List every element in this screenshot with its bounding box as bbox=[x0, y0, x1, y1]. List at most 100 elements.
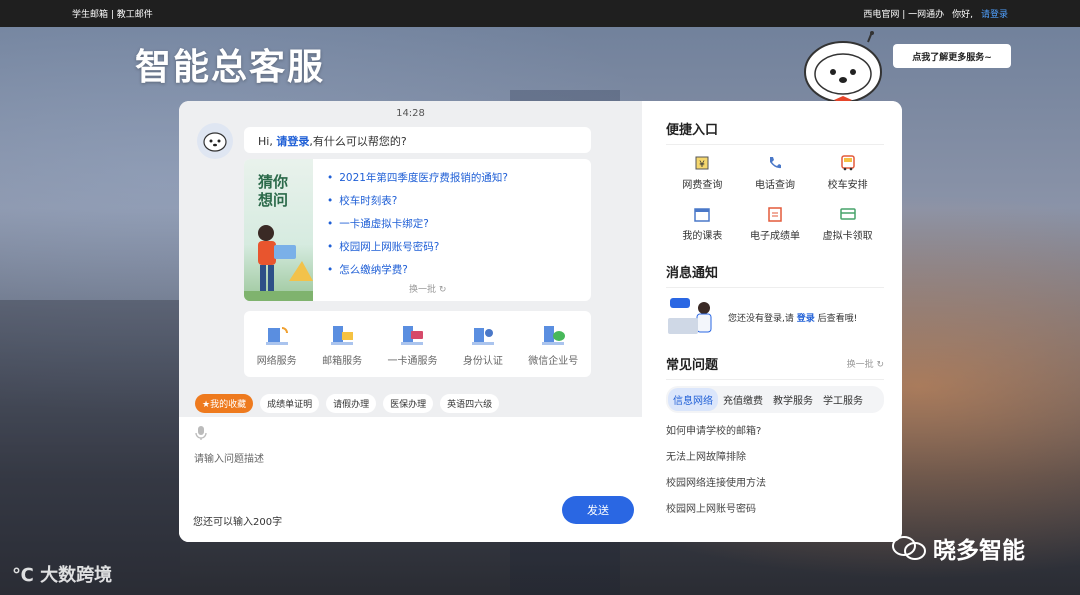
quick-entry-grid: ¥ 网费查询 电话查询 校车安排 我的课表 电子成绩单 虚拟卡领取 bbox=[666, 154, 884, 242]
watermark-right: 晓多智能 bbox=[891, 531, 1025, 565]
service-label: 身份认证 bbox=[462, 355, 503, 367]
notice-message: 您还没有登录,请 登录 后查看哦! bbox=[666, 296, 884, 338]
notice-illustration bbox=[668, 298, 712, 334]
mail-links[interactable]: 学生邮箱 | 教工邮件 bbox=[72, 7, 153, 20]
service-network[interactable]: 网络服务 bbox=[257, 322, 297, 367]
wechat-icon bbox=[892, 536, 926, 560]
identity-service-icon bbox=[471, 327, 494, 345]
side-panel: 便捷入口 ¥ 网费查询 电话查询 校车安排 我的课表 电子成绩单 虚拟卡领取 消… bbox=[642, 101, 902, 542]
watermark-right-text: 晓多智能 bbox=[933, 538, 1025, 564]
refresh-label: 换一批 bbox=[409, 285, 437, 295]
service-mail[interactable]: 邮箱服务 bbox=[322, 322, 362, 367]
faq-item[interactable]: 无法上网故障排除 bbox=[666, 448, 884, 463]
learn-more-button[interactable]: 点我了解更多服务~ bbox=[893, 44, 1011, 68]
quick-net-fee[interactable]: ¥ 网费查询 bbox=[666, 154, 739, 191]
greeting-prefix: Hi, bbox=[258, 135, 273, 148]
refresh-icon: ↻ bbox=[438, 285, 447, 295]
service-identity[interactable]: 身份认证 bbox=[463, 322, 503, 367]
greeting-suffix: ,有什么可以帮您的? bbox=[309, 135, 407, 148]
bot-avatar bbox=[197, 123, 233, 159]
service-label: 网络服务 bbox=[256, 355, 297, 367]
quick-label: 电话查询 bbox=[754, 180, 795, 191]
quick-label: 校车安排 bbox=[827, 180, 868, 191]
notice-login-link[interactable]: 登录 bbox=[797, 314, 815, 324]
refresh-questions-button[interactable]: 换一批 ↻ bbox=[409, 282, 446, 295]
microphone-icon[interactable] bbox=[194, 425, 208, 441]
chat-panel: 14:28 Hi, 请登录,有什么可以帮您的? 猜你想问 • 2021年第四季度… bbox=[179, 101, 648, 542]
service-card[interactable]: 一卡通服务 bbox=[387, 322, 437, 367]
faq-item[interactable]: 校园网络连接使用方法 bbox=[666, 474, 884, 489]
tag-leave[interactable]: 请假办理 bbox=[326, 394, 377, 413]
background-building-left bbox=[0, 300, 180, 595]
network-service-icon bbox=[265, 326, 288, 345]
message-input-area[interactable]: 请输入问题描述 您还可以输入200字 发送 bbox=[179, 417, 648, 542]
quick-entry-title: 便捷入口 bbox=[666, 119, 884, 145]
guess-card: 猜你想问 2021年第四季度医疗费报销的通知? 校车时刻表? 一卡通虚拟卡绑定?… bbox=[244, 159, 591, 301]
wechat-service-icon bbox=[542, 325, 566, 345]
faq-list: 如何申请学校的邮箱? 无法上网故障排除 校园网络连接使用方法 校园网上网账号密码 bbox=[666, 422, 884, 515]
quick-transcript[interactable]: 电子成绩单 bbox=[739, 205, 812, 242]
faq-refresh-button[interactable]: 换一批 ↻ bbox=[847, 357, 884, 370]
service-shortcuts: 网络服务 邮箱服务 一卡通服务 身份认证 微信企业号 bbox=[244, 311, 591, 377]
quick-bus[interactable]: 校车安排 bbox=[811, 154, 884, 191]
login-link[interactable]: 请登录 bbox=[981, 7, 1008, 20]
quick-phone[interactable]: 电话查询 bbox=[739, 154, 812, 191]
watermark-logo-icon: ℃ bbox=[12, 565, 41, 586]
guess-question[interactable]: 校园网上网账号密码? bbox=[327, 239, 508, 254]
tab-student-affairs[interactable]: 学工服务 bbox=[818, 388, 868, 411]
tab-teaching[interactable]: 教学服务 bbox=[768, 388, 818, 411]
notice-prefix: 您还没有登录,请 bbox=[728, 313, 794, 324]
tag-insurance[interactable]: 医保办理 bbox=[383, 394, 434, 413]
site-links[interactable]: 西电官网 | 一网通办 bbox=[863, 7, 944, 20]
quick-label: 虚拟卡领取 bbox=[822, 231, 873, 242]
top-bar: 学生邮箱 | 教工邮件 西电官网 | 一网通办 你好, 请登录 bbox=[0, 0, 1080, 27]
guess-question[interactable]: 校车时刻表? bbox=[327, 193, 508, 208]
hello-text: 你好, bbox=[952, 10, 973, 20]
mascot-image bbox=[804, 31, 882, 104]
greeting-bubble: Hi, 请登录,有什么可以帮您的? bbox=[244, 127, 591, 153]
card-service-icon bbox=[401, 325, 424, 345]
tag-favorites[interactable]: ★我的收藏 bbox=[195, 394, 254, 413]
guess-title: 猜你想问 bbox=[258, 173, 289, 209]
faq-tabs: 信息网络 充值缴费 教学服务 学工服务 bbox=[666, 386, 884, 413]
faq-item[interactable]: 校园网上网账号密码 bbox=[666, 500, 884, 515]
tag-cet[interactable]: 英语四六级 bbox=[440, 394, 500, 413]
guess-question[interactable]: 怎么缴纳学费? bbox=[327, 262, 508, 277]
tab-payment[interactable]: 充值缴费 bbox=[718, 388, 768, 411]
virtual-card-icon bbox=[839, 208, 856, 220]
guess-question[interactable]: 2021年第四季度医疗费报销的通知? bbox=[327, 170, 508, 185]
phone-icon bbox=[769, 157, 781, 169]
guess-illustration: 猜你想问 bbox=[244, 159, 313, 301]
tag-transcript[interactable]: 成绩单证明 bbox=[260, 394, 320, 413]
service-label: 一卡通服务 bbox=[387, 355, 438, 367]
robot-icon bbox=[203, 132, 227, 152]
guess-question[interactable]: 一卡通虚拟卡绑定? bbox=[327, 216, 508, 231]
mail-service-icon bbox=[331, 325, 354, 345]
quick-label: 我的课表 bbox=[682, 231, 723, 242]
watermark-left: ℃ 大数跨境 bbox=[12, 561, 112, 587]
bus-icon bbox=[840, 155, 855, 171]
quick-schedule[interactable]: 我的课表 bbox=[666, 205, 739, 242]
faq-item[interactable]: 如何申请学校的邮箱? bbox=[666, 422, 884, 437]
faq-header: 常见问题 换一批 ↻ bbox=[666, 354, 884, 380]
svg-text:¥: ¥ bbox=[699, 160, 705, 170]
guess-question-list: 2021年第四季度医疗费报销的通知? 校车时刻表? 一卡通虚拟卡绑定? 校园网上… bbox=[327, 170, 508, 285]
service-wechat[interactable]: 微信企业号 bbox=[528, 322, 578, 367]
send-button[interactable]: 发送 bbox=[562, 496, 634, 524]
chat-time: 14:28 bbox=[396, 108, 425, 119]
watermark-left-text: 大数跨境 bbox=[40, 565, 113, 586]
greeting-login-link[interactable]: 请登录 bbox=[276, 135, 309, 148]
notice-suffix: 后查看哦! bbox=[817, 313, 858, 324]
tab-info-network[interactable]: 信息网络 bbox=[668, 388, 718, 411]
transcript-icon bbox=[768, 207, 782, 222]
message-input-placeholder[interactable]: 请输入问题描述 bbox=[194, 450, 264, 465]
service-label: 微信企业号 bbox=[528, 355, 579, 367]
service-label: 邮箱服务 bbox=[322, 355, 363, 367]
net-fee-icon: ¥ bbox=[695, 156, 709, 170]
quick-label: 电子成绩单 bbox=[749, 231, 800, 242]
logo: 智能总客服 bbox=[135, 47, 326, 88]
quick-virtual-card[interactable]: 虚拟卡领取 bbox=[811, 205, 884, 242]
faq-refresh-label: 换一批 bbox=[846, 360, 874, 370]
char-count: 您还可以输入200字 bbox=[193, 517, 283, 528]
service-panel: 14:28 Hi, 请登录,有什么可以帮您的? 猜你想问 • 2021年第四季度… bbox=[179, 101, 902, 542]
